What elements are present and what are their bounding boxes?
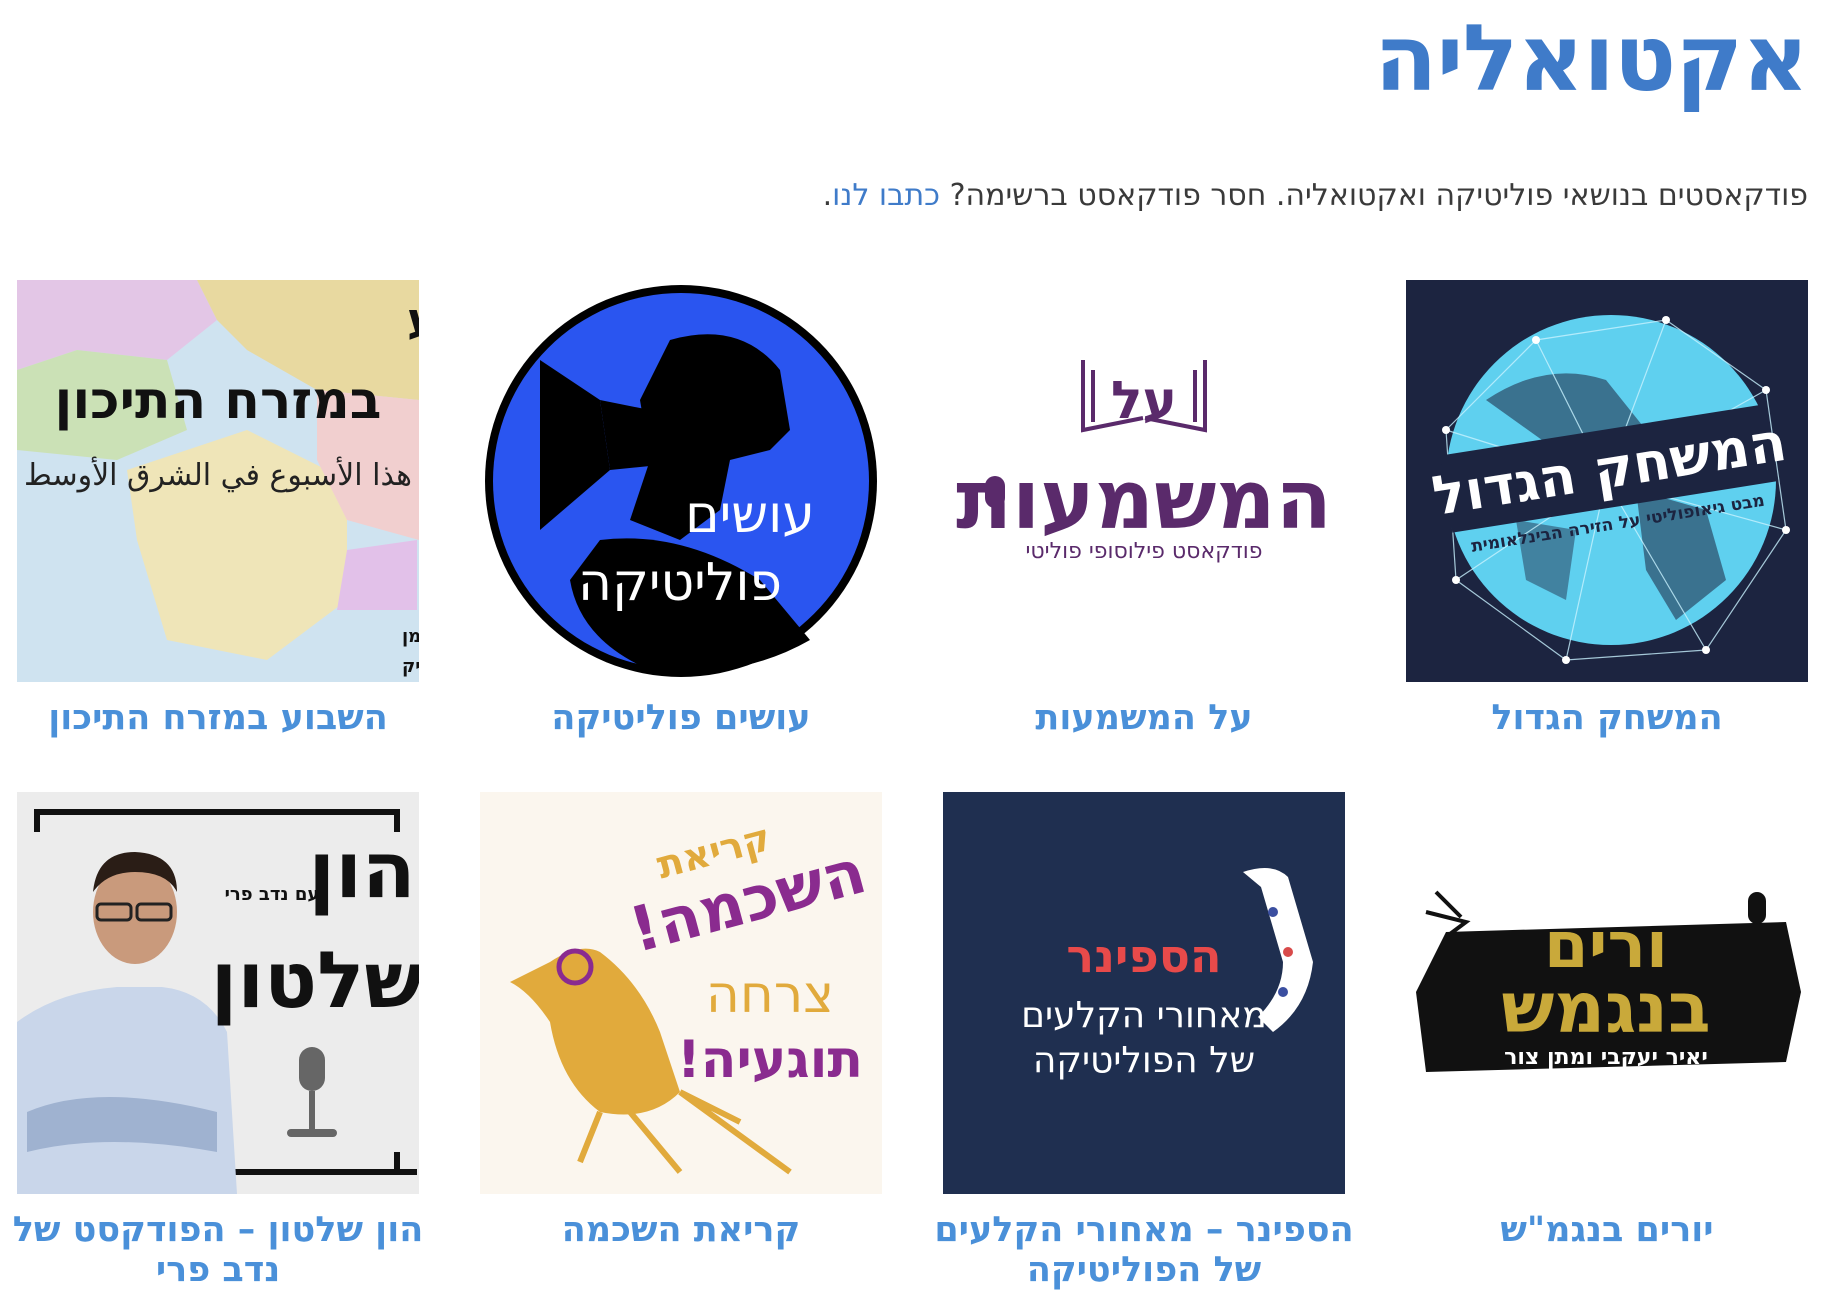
podcast-title-link[interactable]: על המשמעות [933, 698, 1355, 738]
podcast-title-link[interactable]: קריאת השכמה [470, 1210, 892, 1250]
podcast-cover-image[interactable]: קריאת השכמה! צרחה תוגעיה! [480, 792, 882, 1194]
podcast-title-link[interactable]: השבוע במזרח התיכון [7, 698, 429, 738]
podcast-title-link[interactable]: עושים פוליטיקה [470, 698, 892, 738]
podcast-grid: המשחק הגדול מבט גיאופוליטי על הזירה הבינ… [0, 0, 1824, 1290]
podcast-title-link[interactable]: יורים בנגמ"ש [1396, 1210, 1818, 1250]
cover-text: יאיר יעקבי ומתן צור [1504, 1045, 1708, 1070]
cover-text: פוליטיקה [578, 553, 782, 613]
cover-text: המשמעות [956, 453, 1332, 548]
podcast-cover-image[interactable]: על המשמעות פודקאסט פילוסופי פוליטי [943, 280, 1345, 682]
cover-text: צרחה [706, 965, 834, 1025]
podcast-title-link[interactable]: הון שלטון – הפודקסט של נדב פרי [7, 1210, 429, 1290]
cover-text: הספינר [1066, 929, 1221, 983]
cover-text: עורך ומגיש ד״ר בוריס גורליק [402, 656, 419, 677]
cover-text: פודקאסט פילוסופי פוליטי [1025, 539, 1262, 564]
cover-text: هذا الأسبوع في الشرق الأوسط [24, 455, 412, 493]
podcast-cover-image[interactable]: הון שלטון עם נדב פרי [17, 792, 419, 1194]
cover-text: על [1111, 371, 1177, 431]
podcast-cover-image[interactable]: הספינר מאחורי הקלעים של הפוליטיקה [943, 792, 1345, 1194]
podcast-cover-image[interactable]: ורים בנגמש יאיר יעקבי ומתן צור [1406, 792, 1808, 1194]
podcast-cover-image[interactable]: השבוע במזרח התיכון هذا الأسبوع في الشرق … [17, 280, 419, 682]
cover-text: של הפוליטיקה [1033, 1040, 1255, 1081]
cover-text: שלטון [211, 936, 419, 1026]
cover-text: השבוע [407, 292, 419, 346]
cover-text: עושים [685, 485, 815, 545]
cover-text: עם ד״ר ירון פרידמן [402, 626, 419, 647]
page: אקטואליה פודקאסטים בנושאי פוליטיקה ואקטו… [0, 0, 1824, 1290]
cover-text: במזרח התיכון [54, 371, 381, 431]
cover-text: מאחורי הקלעים [1021, 995, 1267, 1036]
podcast-title-link[interactable]: המשחק הגדול [1396, 698, 1818, 738]
cover-text: עם נדב פרי [225, 884, 320, 905]
cover-text: הון [308, 826, 415, 916]
podcast-cover-image[interactable]: עושים פוליטיקה [480, 280, 882, 682]
podcast-cover-image[interactable]: המשחק הגדול מבט גיאופוליטי על הזירה הבינ… [1406, 280, 1808, 682]
podcast-title-link[interactable]: הספינר – מאחורי הקלעים של הפוליטיקה [933, 1210, 1355, 1290]
cover-text: תוגעיה! [677, 1030, 863, 1090]
cover-text: בנגמש [1501, 967, 1710, 1049]
